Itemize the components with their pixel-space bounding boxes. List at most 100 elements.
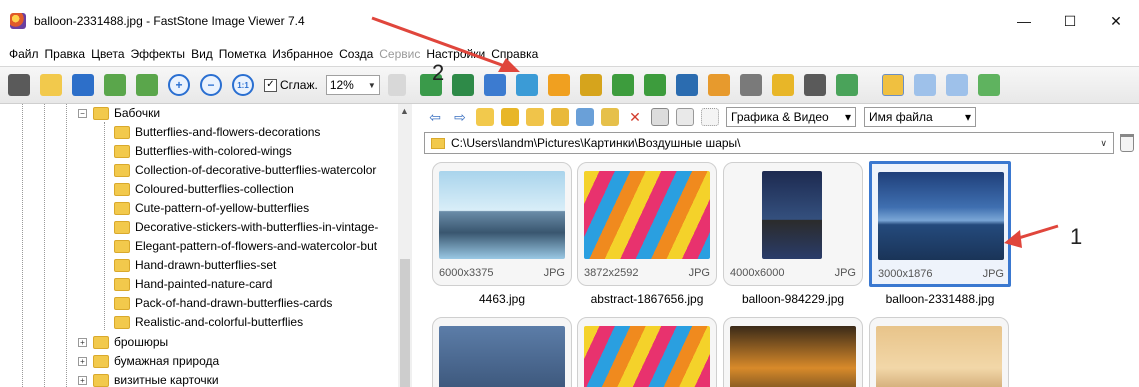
tree-item[interactable]: Butterflies-and-flowers-decorations xyxy=(114,123,320,141)
list-view-icon[interactable] xyxy=(701,108,719,126)
favorites-folder-icon[interactable] xyxy=(501,108,519,126)
menu-effects[interactable]: Эффекты xyxy=(128,47,189,61)
trash-icon[interactable] xyxy=(1120,134,1134,152)
zoom-out-icon[interactable]: − xyxy=(200,74,222,96)
rotate-left-icon[interactable] xyxy=(611,74,634,96)
scroll-up-icon[interactable]: ▲ xyxy=(400,106,409,116)
menu-edit[interactable]: Правка xyxy=(42,47,89,61)
open-folder-icon[interactable] xyxy=(40,74,62,96)
tree-scrollbar[interactable]: ▲ xyxy=(398,104,412,387)
smooth-checkbox[interactable]: ✓ Сглаж. xyxy=(264,78,318,92)
thumbnails-view-icon[interactable] xyxy=(651,108,669,126)
zoom-in-icon[interactable]: + xyxy=(168,74,190,96)
adjust-colors-icon[interactable] xyxy=(547,74,570,96)
menu-view[interactable]: Вид xyxy=(188,47,216,61)
thumbnail-meta: 3872x2592 JPG xyxy=(584,267,710,279)
thumbnail-card[interactable] xyxy=(723,317,863,387)
print-icon[interactable] xyxy=(803,74,826,96)
copy-to-folder-icon[interactable] xyxy=(551,108,569,126)
tree-item[interactable]: Cute-pattern-of-yellow-butterflies xyxy=(114,199,309,217)
camera-icon[interactable] xyxy=(8,74,30,96)
tree-item[interactable]: Hand-drawn-butterflies-set xyxy=(114,256,276,274)
layout-2-icon[interactable] xyxy=(913,74,936,96)
tree-item[interactable]: Decorative-stickers-with-butterflies-in-… xyxy=(114,218,378,236)
draw-icon[interactable] xyxy=(739,74,762,96)
refresh-folder-icon[interactable] xyxy=(601,108,619,126)
hand-icon[interactable] xyxy=(387,74,406,96)
save-icon[interactable] xyxy=(72,74,94,96)
expand-icon[interactable]: + xyxy=(78,337,87,347)
folder-icon xyxy=(114,258,130,272)
new-folder-icon[interactable] xyxy=(526,108,544,126)
tree-item[interactable]: Coloured-butterflies-collection xyxy=(114,180,294,198)
tree-item[interactable]: Butterflies-with-colored-wings xyxy=(114,142,292,160)
filter-select[interactable]: Графика & Видео ▾ xyxy=(726,107,856,127)
tree-item[interactable]: Hand-painted-nature-card xyxy=(114,275,272,293)
menu-create[interactable]: Созда xyxy=(336,47,376,61)
move-to-folder-icon[interactable] xyxy=(576,108,594,126)
rename-icon[interactable] xyxy=(515,74,538,96)
wallpaper-icon[interactable] xyxy=(835,74,858,96)
chevron-down-icon: ▾ xyxy=(844,110,851,124)
crop-icon[interactable] xyxy=(707,74,730,96)
actual-size-icon[interactable]: 1:1 xyxy=(232,74,254,96)
close-button[interactable]: ✕ xyxy=(1093,0,1139,42)
zoom-select[interactable]: 12% ▼ xyxy=(325,75,380,95)
tree-item[interactable]: Realistic-and-colorful-butterflies xyxy=(114,313,303,331)
tree-item-business-cards[interactable]: + визитные карточки xyxy=(78,371,219,387)
sort-select[interactable]: Имя файла ▾ xyxy=(864,107,976,127)
tree-item-paper-nature[interactable]: + бумажная природа xyxy=(78,352,219,370)
menu-colors[interactable]: Цвета xyxy=(88,47,127,61)
tree-scroll-thumb[interactable] xyxy=(400,259,410,387)
thumbnail-card[interactable] xyxy=(432,317,572,387)
thumbnail-card[interactable] xyxy=(577,317,717,387)
folder-icon xyxy=(114,125,130,139)
tree-item[interactable]: Elegant-pattern-of-flowers-and-watercolo… xyxy=(114,237,377,255)
tree-item[interactable]: Collection-of-decorative-butterflies-wat… xyxy=(114,161,376,179)
path-field[interactable]: C:\Users\landm\Pictures\Картинки\Воздушн… xyxy=(424,132,1114,154)
chevron-down-icon[interactable]: ∨ xyxy=(1100,138,1107,149)
back-arrow-icon[interactable]: ⇦ xyxy=(426,108,444,126)
layout-1-icon[interactable] xyxy=(881,74,904,96)
previous-icon[interactable] xyxy=(104,74,126,96)
rotate-right-icon[interactable] xyxy=(643,74,666,96)
expand-icon[interactable]: + xyxy=(78,356,87,366)
menu-tag[interactable]: Пометка xyxy=(216,47,270,61)
email-icon[interactable] xyxy=(771,74,794,96)
thumbnail-card-selected[interactable]: 3000x1876 JPG xyxy=(869,161,1011,287)
maximize-button[interactable]: ☐ xyxy=(1047,0,1093,42)
user-icon[interactable] xyxy=(579,74,602,96)
expand-icon[interactable]: + xyxy=(78,375,87,385)
tree-item[interactable]: Pack-of-hand-drawn-butterflies-cards xyxy=(114,294,332,312)
menu-favorites[interactable]: Избранное xyxy=(269,47,336,61)
delete-icon[interactable]: ✕ xyxy=(626,108,644,126)
tree-item-label: брошюры xyxy=(114,335,169,349)
menu-file[interactable]: Файл xyxy=(6,47,42,61)
minimize-button[interactable]: — xyxy=(1001,0,1047,42)
export-icon[interactable] xyxy=(451,74,474,96)
thumbnail-card[interactable]: 3872x2592 JPG xyxy=(577,162,717,286)
thumbnail-type: JPG xyxy=(688,267,710,279)
parent-folder-icon[interactable] xyxy=(476,108,494,126)
resize-icon[interactable] xyxy=(483,74,506,96)
details-view-icon[interactable] xyxy=(676,108,694,126)
collapse-icon[interactable]: − xyxy=(78,108,87,118)
tree-item-broshury[interactable]: + брошюры xyxy=(78,333,168,351)
menu-tools[interactable]: Сервис xyxy=(376,47,423,61)
compare-icon[interactable] xyxy=(675,74,698,96)
thumbnail-image xyxy=(584,171,710,259)
layout-3-icon[interactable] xyxy=(945,74,968,96)
folder-icon xyxy=(114,144,130,158)
forward-arrow-icon[interactable]: ⇨ xyxy=(451,108,469,126)
thumbnail-card[interactable]: 4000x6000 JPG xyxy=(723,162,863,286)
tree-item-label: Elegant-pattern-of-flowers-and-watercolo… xyxy=(135,239,378,253)
next-icon[interactable] xyxy=(136,74,158,96)
tree-item-babochki[interactable]: − Бабочки xyxy=(78,104,160,122)
fullscreen-icon[interactable] xyxy=(977,74,1000,96)
thumbnail-card[interactable]: 6000x3375 JPG xyxy=(432,162,572,286)
menu-settings[interactable]: Настройки xyxy=(423,47,488,61)
browser-toolbar: ⇦ ⇨ ✕ Графика & Видео ▾ Имя файла ▾ xyxy=(414,104,1139,130)
thumbnail-card[interactable] xyxy=(869,317,1009,387)
smooth-checkbox-box[interactable]: ✓ xyxy=(264,78,277,92)
menu-help[interactable]: Справка xyxy=(488,47,541,61)
